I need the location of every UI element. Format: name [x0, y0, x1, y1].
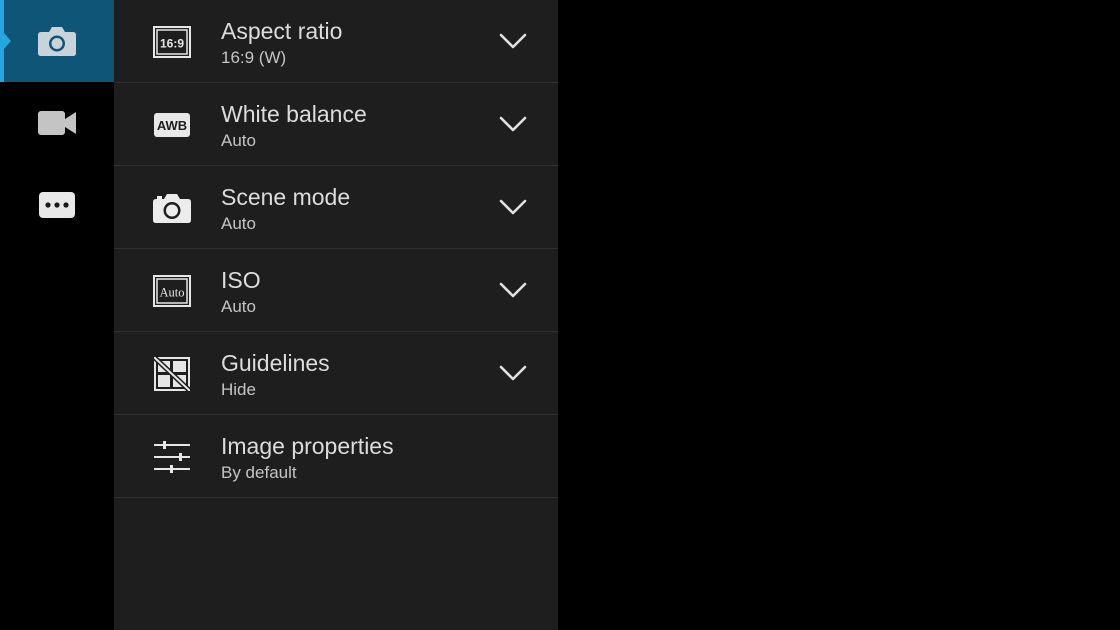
rail-item-photo[interactable] — [0, 0, 114, 82]
scene-camera-icon — [152, 188, 192, 228]
setting-title: Image properties — [221, 433, 394, 459]
viewfinder-area[interactable] — [558, 0, 1120, 630]
rail-item-more[interactable] — [0, 164, 114, 246]
setting-value: 16:9 (W) — [221, 48, 287, 67]
awb-icon: AWB — [152, 105, 192, 145]
guidelines-hidden-icon — [152, 354, 192, 394]
setting-title: Aspect ratio — [221, 18, 343, 44]
setting-title: ISO — [221, 267, 261, 293]
setting-scene-mode[interactable]: Scene mode Auto — [114, 166, 558, 249]
setting-value: Auto — [221, 297, 256, 316]
setting-value: Auto — [221, 214, 256, 233]
setting-value: Auto — [221, 131, 256, 150]
chevron-down-icon[interactable] — [498, 195, 528, 219]
chevron-down-icon[interactable] — [498, 278, 528, 302]
setting-aspect-ratio[interactable]: 16:9 Aspect ratio 16:9 (W) — [114, 0, 558, 83]
sliders-icon — [152, 437, 192, 477]
setting-title: White balance — [221, 101, 367, 127]
chevron-down-icon[interactable] — [498, 29, 528, 53]
video-camera-icon — [37, 110, 77, 136]
setting-iso[interactable]: Auto ISO Auto — [114, 249, 558, 332]
svg-text:Auto: Auto — [160, 286, 185, 300]
iso-auto-icon: Auto — [152, 271, 192, 311]
svg-text:16:9: 16:9 — [160, 37, 184, 51]
settings-panel: 16:9 Aspect ratio 16:9 (W) AWB White bal… — [114, 0, 558, 630]
aspect-ratio-icon: 16:9 — [152, 22, 192, 62]
setting-title: Scene mode — [221, 184, 351, 210]
chevron-down-icon[interactable] — [498, 112, 528, 136]
setting-value: By default — [221, 463, 297, 482]
setting-white-balance[interactable]: AWB White balance Auto — [114, 83, 558, 166]
chevron-down-icon[interactable] — [498, 361, 528, 385]
svg-text:AWB: AWB — [157, 118, 187, 133]
setting-value: Hide — [221, 380, 256, 399]
setting-image-properties[interactable]: Image properties By default — [114, 415, 558, 498]
rail-item-video[interactable] — [0, 82, 114, 164]
camera-icon — [37, 25, 77, 57]
setting-title: Guidelines — [221, 350, 330, 376]
setting-guidelines[interactable]: Guidelines Hide — [114, 332, 558, 415]
camera-settings-screen: 16:9 Aspect ratio 16:9 (W) AWB White bal… — [0, 0, 1120, 630]
more-dots-icon — [38, 191, 76, 219]
mode-rail — [0, 0, 114, 630]
